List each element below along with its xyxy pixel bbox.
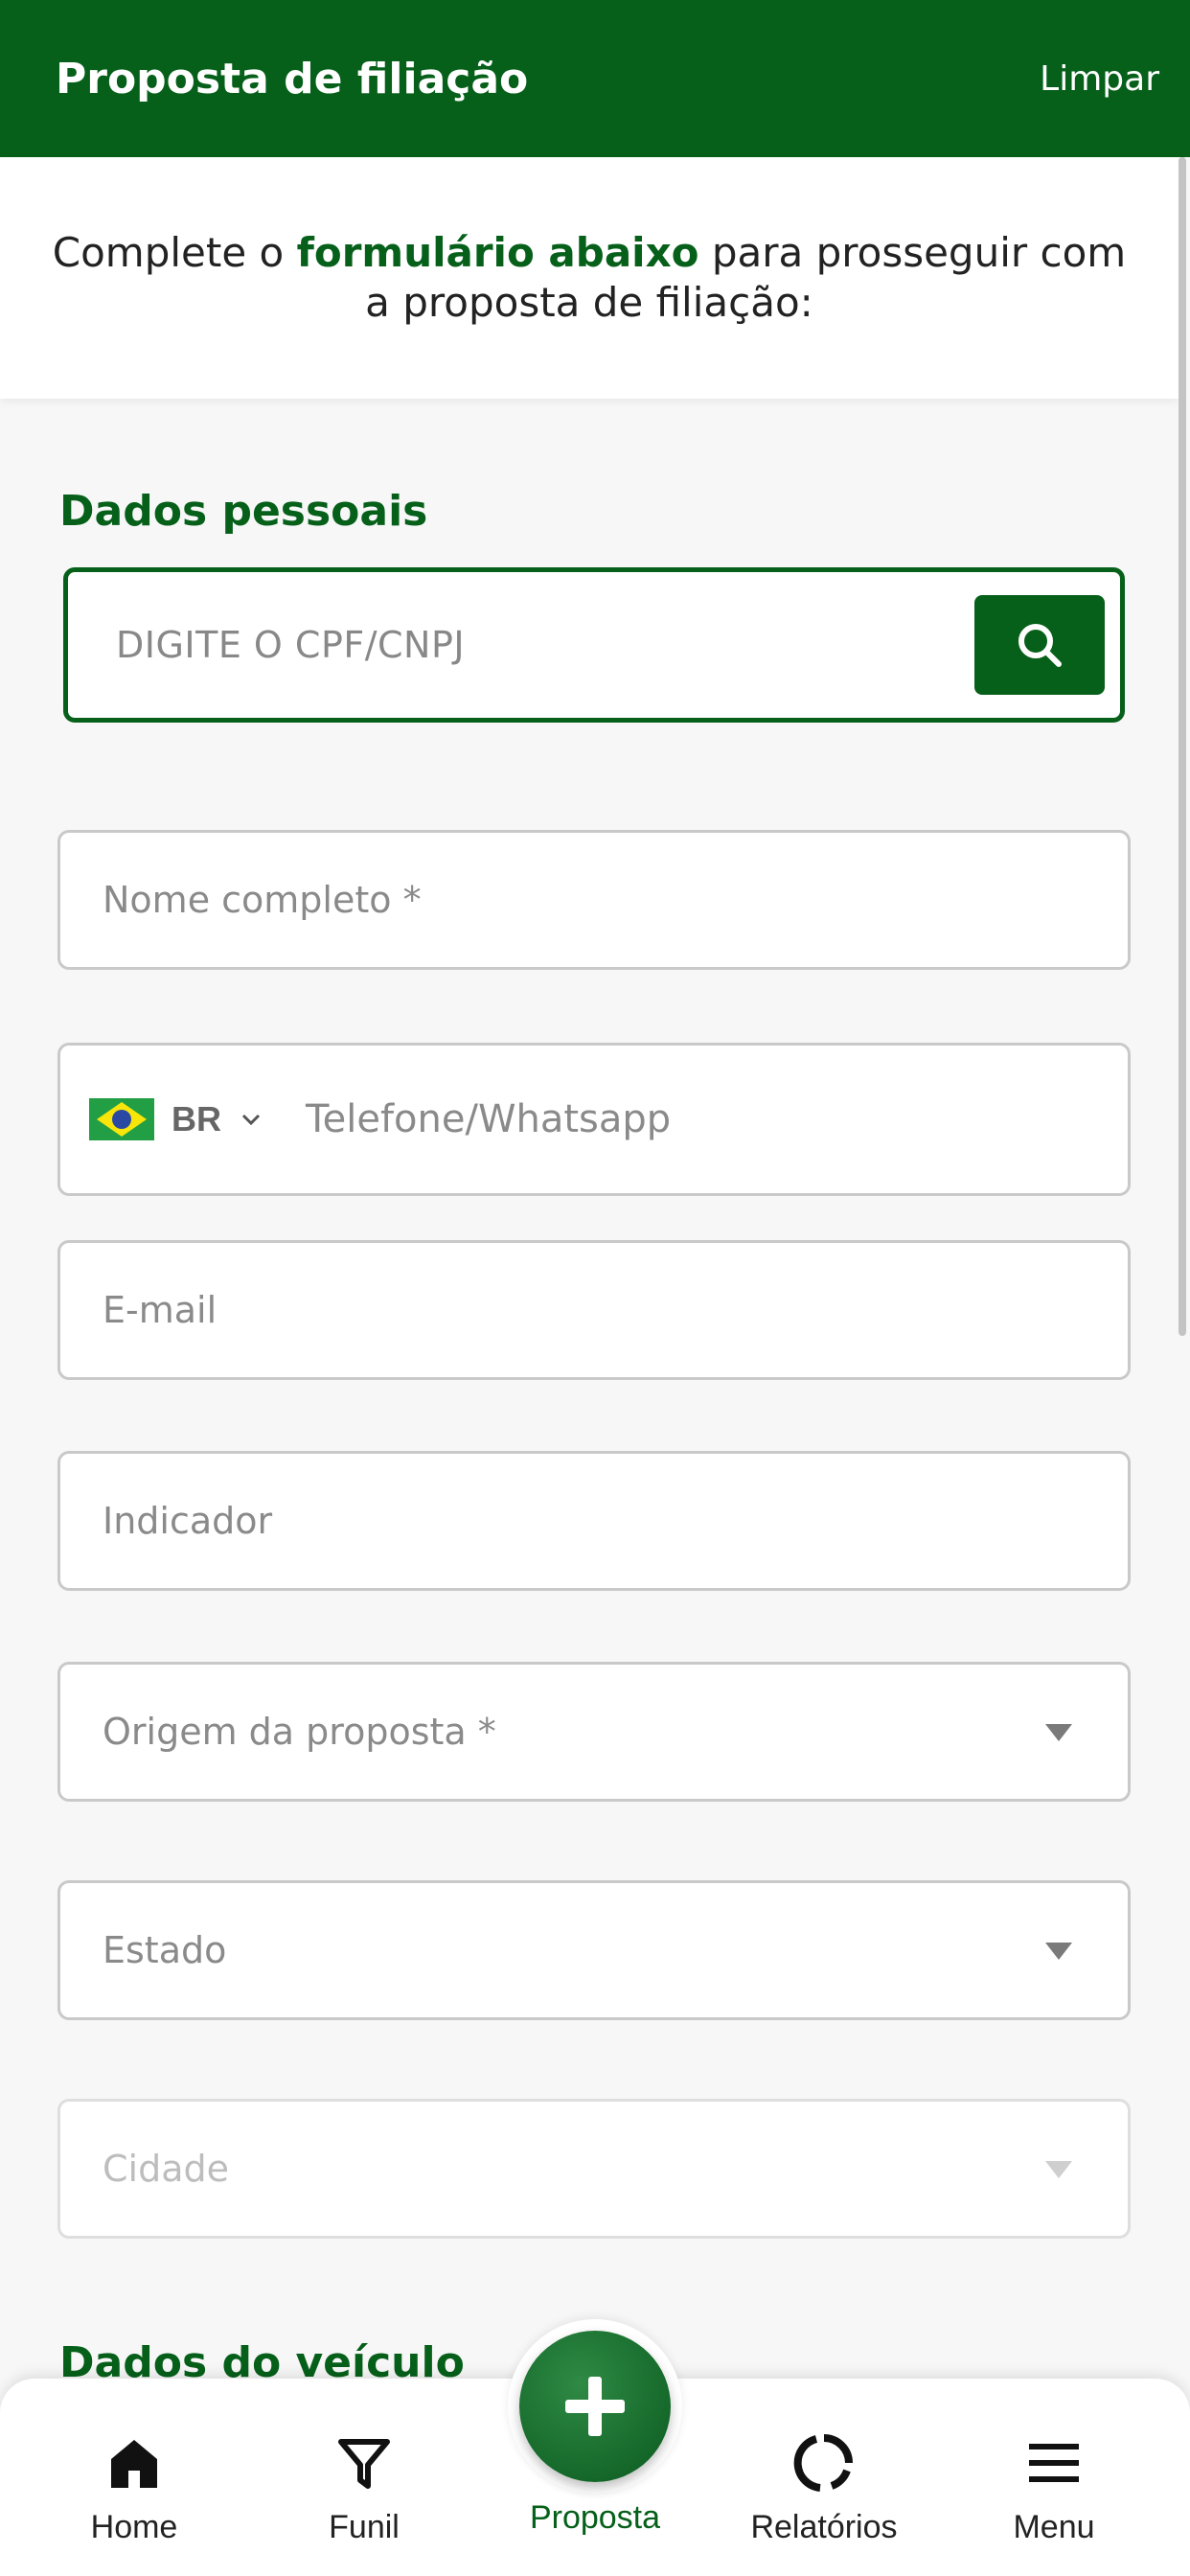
brazil-flag-icon[interactable] (89, 1098, 154, 1140)
caret-down-icon (1045, 2161, 1072, 2178)
email-field[interactable]: E-mail (57, 1240, 1131, 1380)
cpf-input[interactable]: DIGITE O CPF/CNPJ (116, 624, 465, 666)
chevron-down-icon[interactable] (240, 1109, 262, 1130)
nav-menu-label: Menu (1013, 2509, 1095, 2545)
scrollbar[interactable] (1179, 157, 1186, 1336)
intro-panel: Complete o formulário abaixo para prosse… (0, 157, 1179, 399)
home-icon (111, 2440, 157, 2488)
phone-input[interactable]: Telefone/Whatsapp (306, 1097, 671, 1141)
nav-reports-label: Relatórios (750, 2509, 898, 2545)
city-select-label: Cidade (103, 2148, 229, 2190)
nav-proposal-label: Proposta (529, 2499, 661, 2536)
name-input[interactable]: Nome completo * (103, 879, 422, 921)
country-code[interactable]: BR (172, 1099, 221, 1139)
caret-down-icon (1045, 1724, 1072, 1741)
state-select[interactable]: Estado (57, 1880, 1131, 2020)
nav-home[interactable]: Home (38, 2379, 230, 2576)
indicator-field[interactable]: Indicador (57, 1451, 1131, 1591)
intro-text: Complete o formulário abaixo para prosse… (52, 229, 1127, 326)
caret-down-icon (1045, 1943, 1072, 1960)
search-icon (1018, 624, 1062, 667)
phone-field[interactable]: BR Telefone/Whatsapp (57, 1043, 1131, 1196)
origin-select-label: Origem da proposta * (103, 1711, 496, 1753)
filter-icon (338, 2439, 390, 2489)
email-input[interactable]: E-mail (103, 1289, 217, 1331)
donut-chart-icon (793, 2434, 853, 2492)
page-title: Proposta de filiação (56, 54, 529, 104)
cpf-search-button[interactable] (974, 595, 1105, 695)
nav-proposal-button[interactable] (519, 2331, 671, 2482)
cpf-search-field[interactable]: DIGITE O CPF/CNPJ (63, 567, 1125, 723)
nav-home-label: Home (90, 2509, 178, 2545)
nav-reports[interactable]: Relatórios (728, 2379, 920, 2576)
hamburger-menu-icon (1029, 2444, 1079, 2482)
indicator-input[interactable]: Indicador (103, 1500, 272, 1542)
nav-funnel-label: Funil (329, 2509, 400, 2545)
section-title-personal: Dados pessoais (59, 487, 428, 536)
name-field[interactable]: Nome completo * (57, 830, 1131, 970)
city-select[interactable]: Cidade (57, 2099, 1131, 2239)
nav-menu[interactable]: Menu (958, 2379, 1150, 2576)
nav-funnel[interactable]: Funil (268, 2379, 460, 2576)
state-select-label: Estado (103, 1929, 227, 1971)
clear-button[interactable]: Limpar (1040, 59, 1159, 99)
intro-highlight: formulário abaixo (296, 229, 699, 276)
plus-icon (565, 2377, 625, 2436)
origin-select[interactable]: Origem da proposta * (57, 1662, 1131, 1802)
app-header: Proposta de filiação Limpar (0, 0, 1190, 157)
